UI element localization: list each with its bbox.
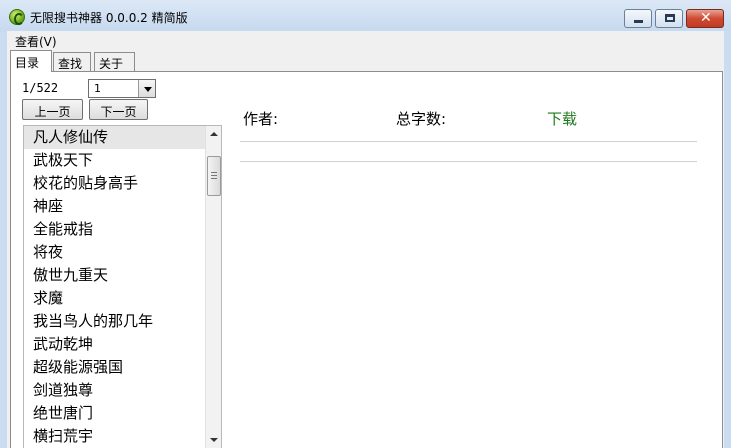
list-item[interactable]: 武极天下 <box>24 149 207 172</box>
list-item[interactable]: 剑道独尊 <box>24 379 207 402</box>
next-page-button[interactable]: 下一页 <box>89 99 148 120</box>
window-title: 无限搜书神器 0.0.0.2 精简版 <box>30 11 188 25</box>
list-item[interactable]: 校花的贴身高手 <box>24 172 207 195</box>
list-item[interactable]: 凡人修仙传 <box>24 126 207 149</box>
title-bar[interactable]: 无限搜书神器 0.0.0.2 精简版 ✕ <box>0 0 731 32</box>
chevron-down-icon[interactable] <box>138 80 155 97</box>
scroll-up-arrow-icon[interactable] <box>206 126 221 142</box>
close-icon: ✕ <box>700 10 712 26</box>
list-item[interactable]: 绝世唐门 <box>24 402 207 425</box>
list-scrollbar[interactable] <box>205 126 221 448</box>
list-item[interactable]: 将夜 <box>24 241 207 264</box>
minimize-button[interactable] <box>624 9 652 28</box>
author-label: 作者: <box>243 110 279 128</box>
list-item[interactable]: 神座 <box>24 195 207 218</box>
list-item[interactable]: 横扫荒宇 <box>24 425 207 448</box>
minimize-icon <box>634 20 643 23</box>
tab-strip: 目录 查找 关于 <box>10 50 410 72</box>
menu-bar: 查看(V) <box>7 31 724 49</box>
list-item[interactable]: 我当鸟人的那几年 <box>24 310 207 333</box>
scroll-thumb[interactable] <box>207 156 221 196</box>
book-list[interactable]: 凡人修仙传 武极天下 校花的贴身高手 神座 全能戒指 将夜 傲世九重天 求魔 我… <box>23 125 222 448</box>
list-item[interactable]: 傲世九重天 <box>24 264 207 287</box>
word-count-label: 总字数: <box>396 110 447 128</box>
page-select[interactable]: 1 <box>88 79 156 98</box>
maximize-button[interactable] <box>655 9 683 28</box>
divider <box>240 141 697 142</box>
tab-search[interactable]: 查找 <box>53 52 91 72</box>
client-area: 查看(V) 目录 查找 关于 1/522 1 上一页 下一页 凡人修仙传 武极天… <box>7 31 724 448</box>
list-item[interactable]: 求魔 <box>24 287 207 310</box>
list-item[interactable]: 武动乾坤 <box>24 333 207 356</box>
close-button[interactable]: ✕ <box>686 9 724 28</box>
list-item[interactable]: 全能戒指 <box>24 218 207 241</box>
download-link[interactable]: 下载 <box>547 108 577 129</box>
grip-line <box>211 175 217 176</box>
maximize-icon <box>665 14 675 22</box>
grip-line <box>211 172 217 173</box>
tab-catalog[interactable]: 目录 <box>10 50 52 72</box>
prev-page-button[interactable]: 上一页 <box>22 99 83 120</box>
tab-about[interactable]: 关于 <box>94 52 135 72</box>
page-indicator: 1/522 <box>22 81 59 95</box>
page-select-value: 1 <box>94 82 101 95</box>
grip-line <box>211 178 217 179</box>
list-item[interactable]: 超级能源强国 <box>24 356 207 379</box>
scroll-down-arrow-icon[interactable] <box>206 432 221 448</box>
catalog-panel: 1/522 1 上一页 下一页 凡人修仙传 武极天下 校花的贴身高手 神座 全能… <box>10 71 723 448</box>
app-logo-icon <box>9 9 25 25</box>
divider <box>240 161 697 162</box>
window-border <box>724 31 731 448</box>
menu-view[interactable]: 查看(V) <box>15 33 57 50</box>
app-window: 无限搜书神器 0.0.0.2 精简版 ✕ 查看(V) 目录 查找 关于 1/52… <box>0 0 731 448</box>
